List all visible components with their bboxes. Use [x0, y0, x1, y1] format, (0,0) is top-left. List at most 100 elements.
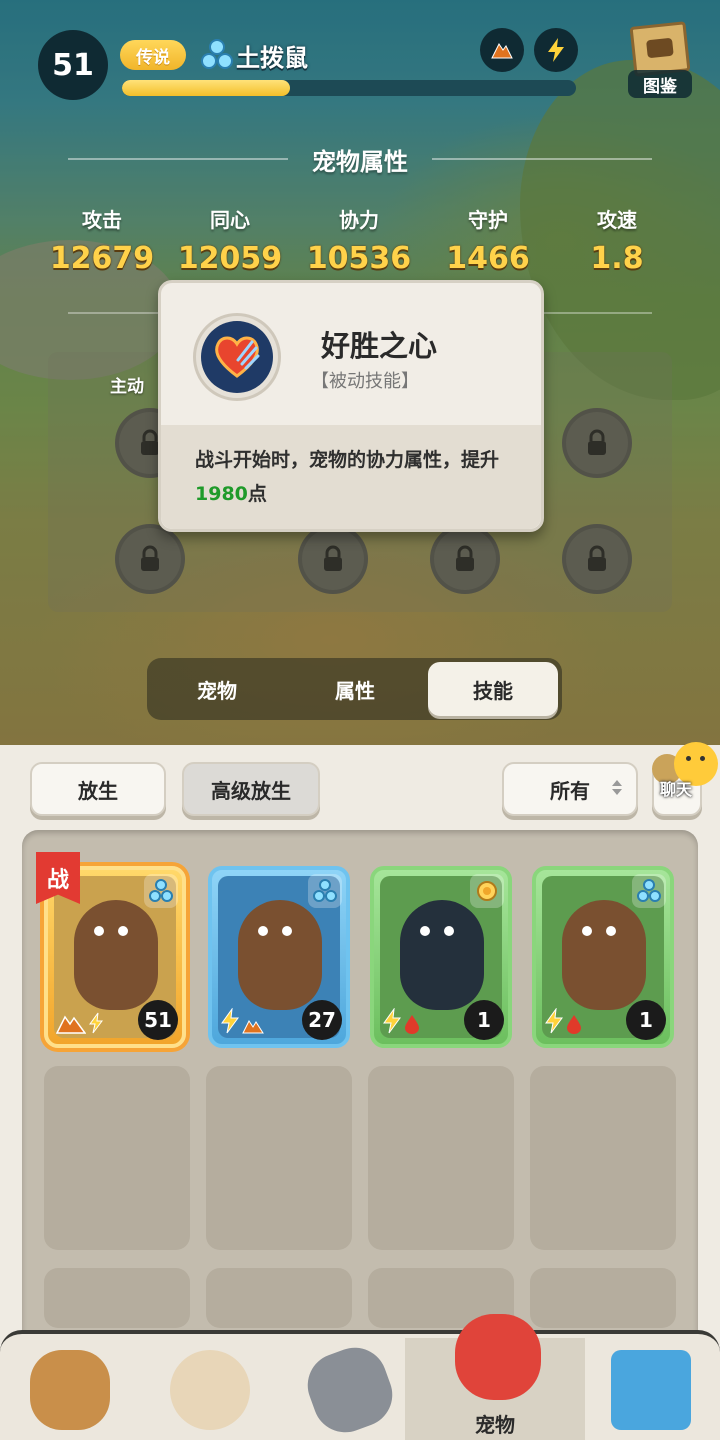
empty-pet-slot	[206, 1066, 352, 1250]
nav-portal[interactable]	[585, 1338, 720, 1440]
rarity-tag: 传说	[120, 40, 186, 70]
groundhog-portrait	[562, 900, 646, 1010]
portal-gate-icon	[611, 1350, 691, 1430]
filter-dropdown[interactable]: 所有	[502, 762, 638, 816]
hero-face-icon	[170, 1350, 250, 1430]
energy-button[interactable]	[534, 28, 578, 72]
pet-dino-icon	[455, 1314, 541, 1400]
chat-button[interactable]: 聊天	[652, 742, 718, 808]
chat-label: 聊天	[660, 780, 693, 799]
empty-pet-slot	[44, 1268, 190, 1328]
nav-tribe[interactable]	[0, 1338, 140, 1440]
stat-label: 协力	[339, 208, 379, 232]
stat-attack: 攻击 12679	[42, 204, 162, 276]
skill-name: 好胜之心	[321, 329, 438, 363]
earth-element-icon	[632, 874, 666, 908]
stat-label: 攻击	[82, 208, 122, 232]
codex-button[interactable]: 图鉴	[624, 21, 696, 100]
skill-bonus-value: 1980	[195, 483, 248, 505]
stat-bond: 同心 12059	[170, 204, 290, 276]
lock-icon	[456, 545, 474, 571]
stat-guard: 守护 1466	[428, 204, 548, 276]
tab-pet[interactable]: 宠物	[152, 662, 282, 716]
competitive-heart-skill-icon	[201, 321, 273, 393]
tab-attributes[interactable]: 属性	[290, 662, 420, 716]
skill-icon-frame	[193, 313, 281, 401]
locked-skill-slot[interactable]	[562, 524, 632, 594]
locked-skill-slot[interactable]	[430, 524, 500, 594]
stat-label: 同心	[210, 208, 250, 232]
skill-tooltip: 好胜之心 【被动技能】 战斗开始时，宠物的协力属性，提升 1980点	[158, 280, 544, 532]
nav-hero[interactable]	[140, 1338, 280, 1440]
groundhog-portrait	[74, 900, 158, 1010]
advanced-release-button[interactable]: 高级放生	[182, 762, 320, 816]
attributes-title: 宠物属性	[312, 148, 408, 176]
mountain-icon	[491, 43, 513, 59]
mountain-icon	[56, 1015, 86, 1034]
lock-icon	[324, 545, 342, 571]
empty-pet-slot	[206, 1268, 352, 1328]
pet-name: 土拨鼠	[236, 44, 308, 72]
active-skills-label: 主动	[110, 377, 144, 397]
empty-pet-slot	[368, 1066, 514, 1250]
pet-card-groundhog[interactable]: 27	[208, 866, 350, 1048]
stat-value: 1.8	[590, 241, 644, 276]
card-trait-icons	[544, 1008, 582, 1034]
lock-icon	[588, 429, 606, 455]
skill-description-text: 战斗开始时，宠物的协力属性，提升	[195, 449, 500, 471]
xp-progress-bar	[122, 80, 576, 96]
card-trait-icons	[56, 1012, 104, 1034]
empty-pet-slot	[530, 1268, 676, 1328]
sword-icon	[298, 1338, 402, 1440]
lock-icon	[588, 545, 606, 571]
release-button[interactable]: 放生	[30, 762, 166, 816]
stat-label: 守护	[468, 208, 508, 232]
stat-synergy: 协力 10536	[299, 204, 419, 276]
sort-arrows-icon	[612, 780, 622, 795]
pet-card-shadow-beast[interactable]: 1	[370, 866, 512, 1048]
stat-value: 1466	[446, 241, 530, 276]
nav-pet[interactable]: 宠物	[405, 1314, 585, 1440]
empty-pet-slot	[44, 1066, 190, 1250]
pet-card-level: 27	[302, 1000, 342, 1040]
shadow-beast-portrait	[400, 900, 484, 1010]
stat-value: 12059	[177, 241, 283, 276]
stat-value: 10536	[306, 241, 412, 276]
pet-card-level: 1	[464, 1000, 504, 1040]
lightning-icon	[221, 1008, 239, 1034]
xp-progress-fill	[122, 80, 290, 96]
locked-skill-slot[interactable]	[298, 524, 368, 594]
earth-element-icon	[308, 874, 342, 908]
groundhog-portrait	[238, 900, 322, 1010]
nav-equipment[interactable]	[280, 1338, 420, 1440]
terrain-filter-button[interactable]	[480, 28, 524, 72]
pet-card-groundhog-green[interactable]: 1	[532, 866, 674, 1048]
pet-card-level: 1	[626, 1000, 666, 1040]
stat-attack-speed: 攻速 1.8	[557, 204, 677, 276]
filter-value: 所有	[550, 778, 590, 803]
tribe-chief-icon	[30, 1350, 110, 1430]
locked-skill-slot[interactable]	[115, 524, 185, 594]
codex-label: 图鉴	[628, 70, 692, 98]
skill-description-unit: 点	[247, 483, 267, 505]
pet-level-badge: 51	[38, 30, 108, 100]
stat-label: 攻速	[597, 208, 637, 232]
lightning-icon	[545, 1008, 563, 1034]
card-trait-icons	[382, 1008, 420, 1034]
locked-skill-slot[interactable]	[562, 408, 632, 478]
lightning-icon	[89, 1012, 103, 1034]
fire-drop-icon	[567, 1015, 581, 1034]
skill-type: 【被动技能】	[311, 371, 419, 392]
earth-element-icon	[201, 39, 233, 69]
mountain-icon	[242, 1020, 264, 1034]
lightning-icon	[383, 1008, 401, 1034]
earth-element-icon	[144, 874, 178, 908]
lock-icon	[141, 545, 159, 571]
tab-skills[interactable]: 技能	[428, 662, 558, 716]
card-trait-icons	[220, 1008, 264, 1034]
pet-card-level: 51	[138, 1000, 178, 1040]
stat-value: 12679	[49, 241, 155, 276]
codex-book-icon	[629, 21, 691, 77]
nav-pet-label: 宠物	[475, 1413, 515, 1437]
gold-element-icon	[470, 874, 504, 908]
